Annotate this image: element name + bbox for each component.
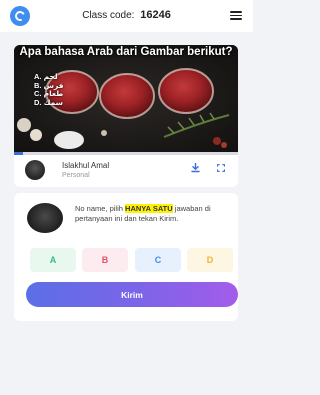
- choice-b-button[interactable]: B: [82, 248, 128, 272]
- download-icon[interactable]: [191, 163, 200, 173]
- answer-choices: A B C D: [30, 248, 233, 272]
- question-title: Apa bahasa Arab dari Gambar berikut?: [19, 46, 233, 58]
- fullscreen-icon[interactable]: [217, 164, 225, 172]
- choice-a-button[interactable]: A: [30, 248, 76, 272]
- submit-button[interactable]: Kirim: [26, 282, 238, 307]
- author-card: Islakhul Amal Personal: [14, 155, 238, 187]
- user-avatar: [27, 203, 63, 233]
- class-code-label: Class code:: [82, 10, 135, 21]
- author-avatar: [25, 160, 45, 180]
- instruction-highlight: HANYA SATU: [125, 204, 173, 213]
- question-options: A. لحم B. فرس C. طعام D. سمك: [34, 72, 64, 107]
- top-bar: Class code: 16246: [0, 0, 253, 32]
- question-card: Apa bahasa Arab dari Gambar berikut? A. …: [14, 45, 238, 152]
- author-role: Personal: [62, 172, 90, 179]
- instruction-text: No name, pilih HANYA SATU jawaban di per…: [75, 204, 211, 223]
- answer-card: No name, pilih HANYA SATU jawaban di per…: [14, 193, 238, 321]
- class-code: Class code: 16246: [0, 9, 253, 21]
- hamburger-menu-icon[interactable]: [230, 11, 242, 20]
- question-option-d: D. سمك: [34, 97, 63, 107]
- author-name: Islakhul Amal: [62, 161, 110, 170]
- choice-d-button[interactable]: D: [187, 248, 233, 272]
- choice-c-button[interactable]: C: [135, 248, 181, 272]
- class-code-value: 16246: [140, 9, 171, 21]
